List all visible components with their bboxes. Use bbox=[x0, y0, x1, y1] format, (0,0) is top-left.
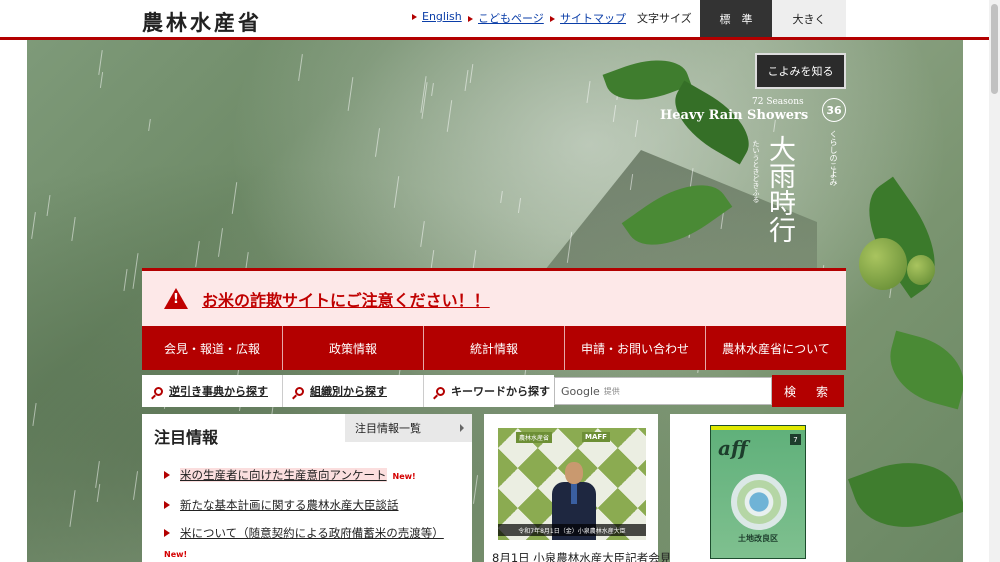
season-number-badge: 36 bbox=[822, 98, 846, 122]
font-large-button[interactable]: 大きく bbox=[772, 0, 846, 37]
search-icon bbox=[436, 386, 445, 396]
arrow-icon bbox=[468, 16, 473, 22]
google-label: Google bbox=[561, 384, 600, 398]
video-thumbnail[interactable]: 農林水産省 MAFF 令和7年8月1日（金）小泉農林水産大臣 bbox=[498, 428, 646, 540]
arrow-icon bbox=[412, 14, 417, 20]
english-link-label[interactable]: English bbox=[422, 10, 462, 23]
kids-page-link[interactable]: こどもページ bbox=[468, 10, 544, 26]
nav-policy[interactable]: 政策情報 bbox=[283, 326, 424, 370]
kids-page-link-label[interactable]: こどもページ bbox=[478, 12, 544, 25]
aff-magazine-cover[interactable]: aff 7 土地改良区 bbox=[710, 425, 806, 559]
by-organization-label: 組織別から探す bbox=[310, 385, 387, 398]
by-organization-link[interactable]: 組織別から探す bbox=[283, 375, 424, 407]
figure-head bbox=[565, 462, 583, 484]
season-english-name: Heavy Rain Showers bbox=[660, 108, 809, 123]
warning-icon bbox=[164, 288, 188, 309]
nav-statistics[interactable]: 統計情報 bbox=[424, 326, 565, 370]
arrow-icon bbox=[550, 16, 555, 22]
site-logo[interactable]: 農林水産省 bbox=[142, 7, 262, 37]
thumbnail-caption: 令和7年8月1日（金）小泉農林水産大臣 bbox=[498, 524, 646, 536]
search-icon bbox=[295, 386, 304, 396]
font-size-label: 文字サイズ bbox=[637, 12, 692, 25]
search-input[interactable]: Google 提供 bbox=[554, 377, 772, 405]
new-badge: New! bbox=[164, 550, 188, 559]
sitemap-link[interactable]: サイトマップ bbox=[550, 10, 626, 26]
site-header: 農林水産省 English こどもページ サイトマップ 文字サイズ 標 準 大き… bbox=[0, 0, 1000, 40]
news-item-link[interactable]: 米について（随意契約による政府備蓄米の売渡等） bbox=[180, 526, 444, 540]
sitemap-link-label[interactable]: サイトマップ bbox=[560, 12, 626, 25]
magazine-panel[interactable]: aff 7 土地改良区 bbox=[670, 414, 846, 562]
persimmon-decoration bbox=[859, 238, 907, 290]
news-more-link[interactable]: 注目情報一覧 bbox=[345, 414, 472, 442]
maff-logo-jp: 農林水産省 bbox=[516, 432, 553, 443]
list-item[interactable]: 米について（随意契約による政府備蓄米の売渡等） New! bbox=[164, 524, 464, 562]
persimmon-decoration bbox=[907, 255, 935, 285]
press-video-panel[interactable]: 農林水産省 MAFF 令和7年8月1日（金）小泉農林水産大臣 8月1日 小泉農林… bbox=[484, 414, 671, 562]
keyword-search-label: キーワードから探す bbox=[424, 375, 554, 407]
main-navigation: 会見・報道・広報 政策情報 統計情報 申請・お問い合わせ 農林水産省について bbox=[142, 326, 846, 370]
list-item[interactable]: 米の生産者に向けた生産意向アンケート New! bbox=[164, 466, 464, 486]
new-badge: New! bbox=[392, 472, 416, 481]
maff-logo-en: MAFF bbox=[582, 432, 610, 442]
cover-illustration bbox=[731, 474, 787, 530]
search-bar: 逆引き事典から探す 組織別から探す キーワードから探す Google 提供 検 索 bbox=[142, 375, 846, 407]
news-more-label: 注目情報一覧 bbox=[355, 422, 421, 435]
font-standard-button[interactable]: 標 準 bbox=[700, 0, 772, 37]
nav-application[interactable]: 申請・お問い合わせ bbox=[565, 326, 706, 370]
news-item-link[interactable]: 新たな基本計画に関する農林水産大臣談話 bbox=[180, 498, 399, 512]
search-button[interactable]: 検 索 bbox=[772, 375, 844, 407]
reverse-lookup-link[interactable]: 逆引き事典から探す bbox=[142, 375, 283, 407]
news-item-link[interactable]: 米の生産者に向けた生産意向アンケート bbox=[180, 468, 387, 482]
season-subtitle: くらしのこよみ bbox=[829, 130, 838, 186]
nav-press[interactable]: 会見・報道・広報 bbox=[142, 326, 283, 370]
news-title: 注目情報 bbox=[154, 428, 219, 447]
koyomi-button[interactable]: こよみを知る bbox=[755, 53, 846, 89]
news-panel: 注目情報 注目情報一覧 米の生産者に向けた生産意向アンケート New! 新たな基本… bbox=[142, 414, 472, 562]
issue-number: 7 bbox=[790, 434, 801, 445]
seasons-label: 72 Seasons bbox=[752, 97, 804, 107]
page-scrollbar[interactable] bbox=[989, 0, 1000, 562]
season-ruby: たいうときどきふる bbox=[752, 140, 760, 203]
chevron-right-icon bbox=[460, 424, 464, 432]
keyword-label: キーワードから探す bbox=[451, 385, 550, 398]
figure-tie bbox=[571, 484, 577, 504]
list-item[interactable]: 新たな基本計画に関する農林水産大臣談話 bbox=[164, 496, 464, 514]
rice-fraud-alert[interactable]: お米の詐欺サイトにご注意ください！！ bbox=[142, 268, 846, 326]
magazine-caption: 土地改良区 bbox=[738, 534, 778, 543]
news-list: 米の生産者に向けた生産意向アンケート New! 新たな基本計画に関する農林水産大臣… bbox=[164, 466, 464, 562]
reverse-lookup-label: 逆引き事典から探す bbox=[169, 385, 268, 398]
alert-link[interactable]: お米の詐欺サイトにご注意ください！！ bbox=[202, 287, 490, 311]
nav-about[interactable]: 農林水産省について bbox=[706, 326, 846, 370]
season-japanese-name: 大雨時行 bbox=[764, 135, 795, 243]
english-link[interactable]: English bbox=[412, 10, 462, 23]
cover-strip bbox=[711, 426, 805, 430]
search-icon bbox=[154, 386, 163, 396]
video-title[interactable]: 8月1日 小泉農林水産大臣記者会見 bbox=[492, 550, 671, 562]
magazine-name: aff bbox=[718, 436, 748, 460]
google-provided-label: 提供 bbox=[603, 386, 620, 396]
scrollbar-thumb[interactable] bbox=[991, 4, 998, 94]
